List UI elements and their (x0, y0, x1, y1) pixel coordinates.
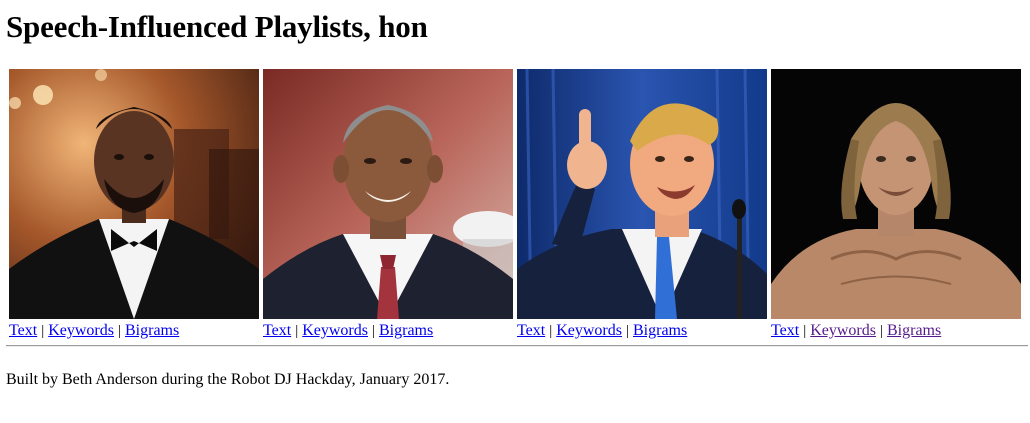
bigrams-link[interactable]: Bigrams (633, 322, 687, 339)
text-link[interactable]: Text (9, 322, 37, 339)
speaker-card-4: Text | Keywords | Bigrams (771, 69, 1021, 340)
link-separator: | (117, 323, 121, 339)
link-separator: | (879, 323, 883, 339)
link-separator: | (41, 323, 45, 339)
page: Speech-Influenced Playlists, hon Text | … (0, 0, 1030, 423)
speaker-card-2: Text | Keywords | Bigrams (263, 69, 513, 340)
speaker-links-2: Text | Keywords | Bigrams (263, 322, 513, 340)
keywords-link[interactable]: Keywords (810, 322, 876, 339)
speaker-links-4: Text | Keywords | Bigrams (771, 322, 1021, 340)
text-link[interactable]: Text (517, 322, 545, 339)
text-link[interactable]: Text (263, 322, 291, 339)
keywords-link[interactable]: Keywords (48, 322, 114, 339)
speaker-card-1: Text | Keywords | Bigrams (9, 69, 259, 340)
portrait-grid: Text | Keywords | Bigrams Text | Keyword… (9, 69, 1023, 344)
page-title: Speech-Influenced Playlists, hon (6, 9, 428, 44)
footer-credit: Built by Beth Anderson during the Robot … (6, 371, 450, 388)
speaker-links-3: Text | Keywords | Bigrams (517, 322, 767, 340)
portrait-photo-4 (771, 69, 1021, 319)
link-separator: | (371, 323, 375, 339)
speaker-card-3: Text | Keywords | Bigrams (517, 69, 767, 340)
portrait-image-3 (517, 69, 767, 319)
portrait-photo-1 (9, 69, 259, 319)
link-separator: | (803, 323, 807, 339)
portrait-photo-2 (263, 69, 513, 319)
portrait-image-4 (771, 69, 1021, 319)
portrait-photo-3 (517, 69, 767, 319)
link-separator: | (549, 323, 553, 339)
bigrams-link[interactable]: Bigrams (379, 322, 433, 339)
keywords-link[interactable]: Keywords (556, 322, 622, 339)
portrait-image-2 (263, 69, 513, 319)
bigrams-link[interactable]: Bigrams (125, 322, 179, 339)
link-separator: | (295, 323, 299, 339)
portrait-image-1 (9, 69, 259, 319)
bigrams-link[interactable]: Bigrams (887, 322, 941, 339)
speaker-links-1: Text | Keywords | Bigrams (9, 322, 259, 340)
text-link[interactable]: Text (771, 322, 799, 339)
keywords-link[interactable]: Keywords (302, 322, 368, 339)
divider (6, 345, 1028, 347)
link-separator: | (625, 323, 629, 339)
